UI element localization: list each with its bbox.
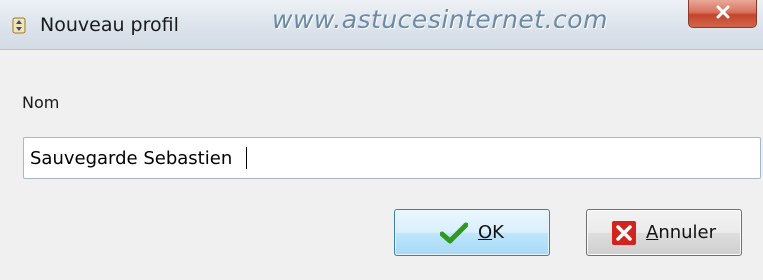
- app-icon: [12, 17, 26, 34]
- window-title: Nouveau profil: [40, 14, 179, 36]
- cancel-button[interactable]: Annuler: [586, 209, 742, 256]
- title-bar[interactable]: Nouveau profil www.astucesinternet.com: [0, 0, 763, 50]
- red-x-icon: [611, 220, 636, 245]
- close-button[interactable]: [688, 0, 757, 28]
- checkmark-icon: [440, 222, 468, 244]
- close-icon: [715, 4, 731, 23]
- name-label: Nom: [22, 93, 60, 112]
- text-caret: [246, 147, 247, 169]
- dialog-body: Nom OK Annuler: [0, 51, 763, 280]
- ok-button[interactable]: OK: [394, 209, 550, 256]
- watermark-text: www.astucesinternet.com: [272, 5, 608, 34]
- ok-button-label: OK: [478, 222, 504, 243]
- name-input[interactable]: [23, 137, 761, 179]
- cancel-button-label: Annuler: [645, 222, 717, 243]
